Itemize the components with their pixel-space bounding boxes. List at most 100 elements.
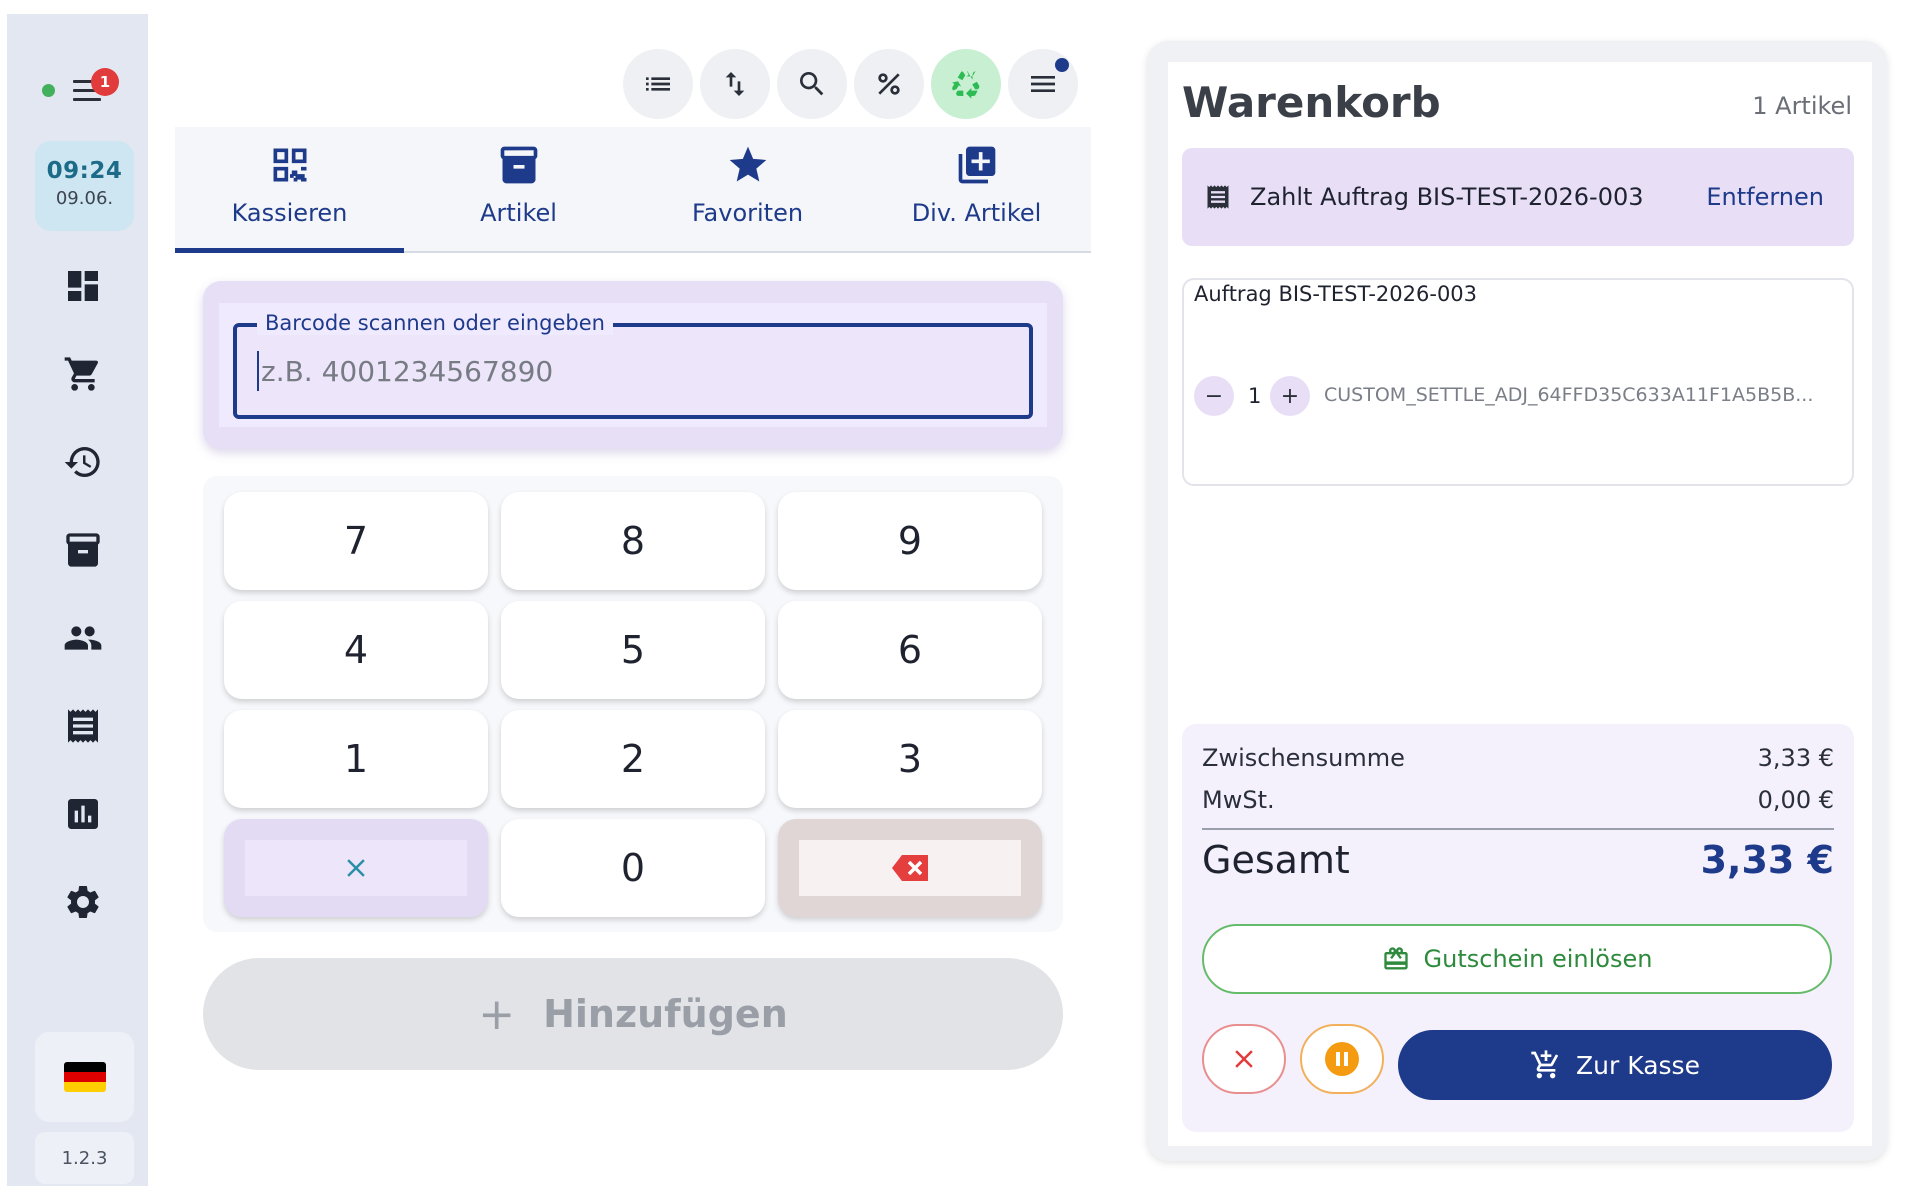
- clock-time: 09:24: [46, 158, 123, 184]
- receipt-icon: [1207, 185, 1229, 209]
- add-item-button[interactable]: + Hinzufügen: [203, 958, 1063, 1070]
- total-value: 3,33 €: [1700, 838, 1834, 882]
- discount-button[interactable]: [854, 49, 924, 119]
- barcode-field: Barcode scannen oder eingeben: [233, 311, 1033, 419]
- key-backspace[interactable]: [778, 819, 1042, 917]
- recycle-icon: [952, 70, 980, 99]
- key-6[interactable]: 6: [778, 601, 1042, 699]
- redeem-voucher-button[interactable]: Gutschein einlösen: [1202, 924, 1832, 994]
- key-7[interactable]: 7: [224, 492, 488, 590]
- barcode-label: Barcode scannen oder eingeben: [257, 311, 613, 335]
- menu-icon: [1031, 76, 1055, 92]
- tab-div-artikel[interactable]: Div. Artikel: [862, 127, 1091, 251]
- key-4[interactable]: 4: [224, 601, 488, 699]
- qr-code-icon: [273, 148, 306, 182]
- park-cart-button[interactable]: [1300, 1024, 1384, 1094]
- decrease-quantity-button[interactable]: −: [1194, 376, 1234, 416]
- archive-icon: [500, 146, 537, 184]
- key-0[interactable]: 0: [501, 819, 765, 917]
- tax-value: 0,00 €: [1757, 786, 1834, 814]
- key-clear-inner: [245, 840, 467, 896]
- sidebar: 1 09:24 09.06. 1.2.3: [7, 14, 148, 1186]
- tab-label: Kassieren: [231, 199, 348, 227]
- search-button[interactable]: [777, 49, 847, 119]
- subtotal-row: Zwischensumme 3,33 €: [1202, 744, 1834, 772]
- key-backspace-inner: [799, 840, 1021, 896]
- app-version: 1.2.3: [35, 1132, 134, 1184]
- online-status-dot: [42, 84, 55, 97]
- cart-panel: Warenkorb 1 Artikel Zahlt Auftrag BIS-TE…: [1168, 62, 1872, 1146]
- order-banner-text: Zahlt Auftrag BIS-TEST-2026-003: [1250, 183, 1644, 211]
- key-3[interactable]: 3: [778, 710, 1042, 808]
- add-box-icon: [958, 146, 995, 184]
- gift-card-icon: [1383, 947, 1408, 970]
- add-shopping-cart-icon: [1531, 1050, 1559, 1079]
- summary-divider: [1202, 828, 1834, 830]
- key-9[interactable]: 9: [778, 492, 1042, 590]
- settings-icon[interactable]: [61, 880, 105, 924]
- star-icon: [729, 146, 766, 182]
- history-icon[interactable]: [61, 440, 105, 484]
- key-clear[interactable]: [224, 819, 488, 917]
- cancel-cart-button[interactable]: [1202, 1024, 1286, 1094]
- increase-quantity-button[interactable]: +: [1270, 376, 1310, 416]
- plus-icon: +: [478, 988, 516, 1040]
- order-banner: Zahlt Auftrag BIS-TEST-2026-003 Entferne…: [1182, 148, 1854, 246]
- key-2[interactable]: 2: [501, 710, 765, 808]
- tab-favoriten[interactable]: Favoriten: [633, 127, 862, 251]
- barcode-card: Barcode scannen oder eingeben: [203, 281, 1063, 449]
- subtotal-label: Zwischensumme: [1202, 744, 1405, 772]
- total-row: Gesamt 3,33 €: [1202, 838, 1834, 882]
- backspace-icon: [892, 855, 928, 881]
- cart-item-count: 1 Artikel: [1752, 92, 1852, 120]
- notification-badge: 1: [91, 68, 119, 96]
- checkout-label: Zur Kasse: [1576, 1050, 1700, 1080]
- dashboard-icon[interactable]: [61, 264, 105, 308]
- minus-icon: −: [1204, 383, 1224, 409]
- menu-notification-dot: [1055, 58, 1069, 72]
- key-8[interactable]: 8: [501, 492, 765, 590]
- total-label: Gesamt: [1202, 838, 1350, 882]
- voucher-label: Gutschein einlösen: [1423, 945, 1653, 973]
- tab-label: Artikel: [480, 199, 557, 227]
- clock-widget: 09:24 09.06.: [35, 141, 134, 231]
- remove-order-button[interactable]: Entfernen: [1706, 183, 1824, 211]
- cart-item-quantity: 1: [1248, 384, 1262, 408]
- mode-tabs: Kassieren Artikel Favoriten Div. Artikel: [175, 127, 1091, 253]
- list-view-button[interactable]: [623, 49, 693, 119]
- cart-item-title: Auftrag BIS-TEST-2026-003: [1194, 282, 1478, 306]
- tax-label: MwSt.: [1202, 786, 1275, 814]
- customers-icon[interactable]: [61, 616, 105, 660]
- tax-row: MwSt. 0,00 €: [1202, 786, 1834, 814]
- key-5[interactable]: 5: [501, 601, 765, 699]
- close-icon: [1235, 1050, 1253, 1068]
- de-flag-icon: [63, 1062, 106, 1092]
- tab-label: Div. Artikel: [911, 199, 1042, 227]
- pause-icon: [1325, 1042, 1359, 1076]
- checkout-button[interactable]: Zur Kasse: [1398, 1030, 1832, 1100]
- archive-icon[interactable]: [61, 528, 105, 572]
- subtotal-value: 3,33 €: [1757, 744, 1834, 772]
- tab-artikel[interactable]: Artikel: [404, 127, 633, 251]
- pos-app: 1 09:24 09.06. 1.2.3 Kassieren Artikel F…: [0, 0, 1920, 1200]
- close-icon: [347, 859, 365, 877]
- reports-icon[interactable]: [61, 792, 105, 836]
- receipt-icon[interactable]: [61, 704, 105, 748]
- language-switcher[interactable]: [35, 1032, 134, 1122]
- sort-button[interactable]: [700, 49, 770, 119]
- cart-item: Auftrag BIS-TEST-2026-003 − 1 + CUSTOM_S…: [1182, 278, 1854, 486]
- recycle-button[interactable]: [931, 49, 1001, 119]
- tab-kassieren[interactable]: Kassieren: [175, 127, 404, 253]
- clock-date: 09.06.: [55, 188, 114, 209]
- key-1[interactable]: 1: [224, 710, 488, 808]
- barcode-input[interactable]: [257, 351, 1017, 391]
- more-menu-button[interactable]: [1008, 49, 1078, 119]
- sort-icon: [725, 72, 745, 96]
- percent-icon: [878, 73, 900, 95]
- cart-icon[interactable]: [61, 352, 105, 396]
- cart-item-code: CUSTOM_SETTLE_ADJ_64FFD35C633A11F1A5B5B.…: [1324, 384, 1814, 406]
- search-icon: [800, 72, 824, 96]
- cart-title: Warenkorb: [1182, 78, 1441, 127]
- list-icon: [646, 77, 670, 91]
- add-button-label: Hinzufügen: [543, 992, 788, 1036]
